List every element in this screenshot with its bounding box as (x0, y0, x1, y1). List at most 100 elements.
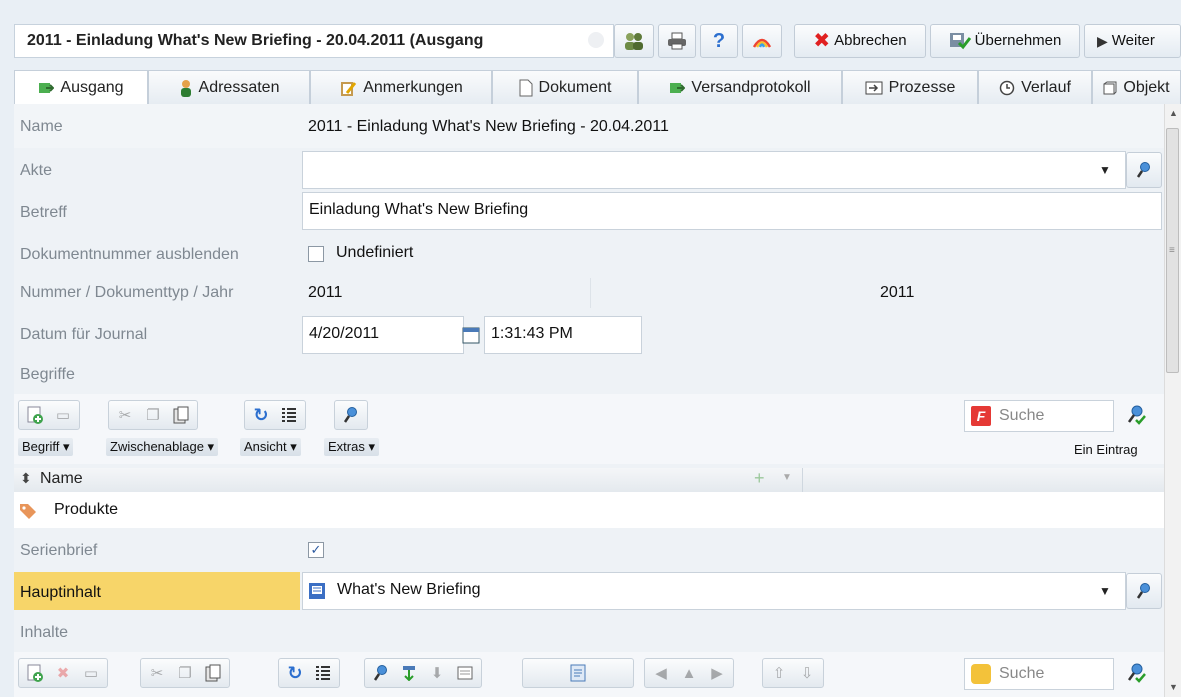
import-icon[interactable] (396, 661, 422, 685)
serienbrief-checkbox[interactable]: ✓ (308, 542, 324, 558)
cancel-button[interactable]: ✖ Abbrechen (794, 24, 926, 58)
search-icon[interactable] (338, 403, 364, 427)
remove-icon[interactable]: ▭ (78, 661, 104, 685)
help-button[interactable]: ? (700, 24, 738, 58)
cancel-button-label: Abbrechen (834, 32, 907, 49)
tab-verlauf[interactable]: Verlauf (978, 70, 1092, 104)
paste-icon[interactable] (200, 661, 226, 685)
extras-menu[interactable]: Extras ▾ (324, 438, 379, 456)
nummer-label: Nummer / Dokumenttyp / Jahr (20, 284, 234, 301)
tab-objekt[interactable]: Objekt (1092, 70, 1181, 104)
list-view-icon[interactable] (276, 403, 302, 427)
move-up-icon[interactable]: ⇧ (766, 661, 792, 685)
akte-input[interactable] (302, 151, 1126, 189)
table-cell-name: Produkte (54, 501, 119, 518)
remove-icon[interactable]: ▭ (50, 403, 76, 427)
search-icon (1136, 582, 1152, 600)
inhalte-row: Inhalte (14, 614, 1164, 652)
clock-icon (999, 80, 1015, 96)
date-input[interactable]: 4/20/2011 (302, 316, 464, 354)
docnum-checkbox[interactable] (308, 246, 324, 262)
arrow-right-icon[interactable]: ▶ (704, 661, 730, 685)
column-divider (802, 468, 803, 492)
outgoing-mail-icon (38, 80, 55, 96)
tab-dokument[interactable]: Dokument (492, 70, 638, 104)
search-placeholder: Suche (999, 407, 1045, 424)
scroll-down-icon[interactable]: ▼ (1169, 682, 1178, 692)
jahr-value: 2011 (880, 284, 915, 301)
rainbow-button[interactable] (742, 24, 782, 58)
cut-icon[interactable]: ✂ (112, 403, 138, 427)
hauptinhalt-dropdown-arrow[interactable]: ▼ (1090, 572, 1120, 610)
apply-button[interactable]: Übernehmen (930, 24, 1080, 58)
inhalte-view-group: ↻ (278, 658, 340, 688)
search-icon[interactable] (368, 661, 394, 685)
next-button[interactable]: ▶ Weiter (1084, 24, 1181, 58)
move-down-icon[interactable]: ⇩ (794, 661, 820, 685)
inhalte-search-input[interactable]: Suche (964, 658, 1114, 690)
extras-group (334, 400, 368, 430)
akte-label: Akte (20, 162, 53, 179)
refresh-icon[interactable]: ↻ (282, 661, 308, 685)
search-go-icon[interactable] (1126, 662, 1146, 684)
table-row[interactable]: Produkte (14, 492, 1164, 528)
refresh-icon[interactable]: ↻ (248, 403, 274, 427)
arrow-left-icon[interactable]: ◀ (648, 661, 674, 685)
add-icon[interactable] (22, 403, 48, 427)
tab-ausgang[interactable]: Ausgang (14, 70, 148, 105)
word-document-icon (308, 582, 326, 600)
add-column-icon[interactable]: + (754, 468, 765, 489)
view-group: ↻ (244, 400, 306, 430)
datum-row: Datum für Journal 4/20/2011 1:31:43 PM (14, 312, 1164, 358)
calendar-icon[interactable] (462, 326, 480, 344)
name-value: 2011 - Einladung What's New Briefing - 2… (308, 118, 669, 135)
delete-icon[interactable]: ✖ (50, 661, 76, 685)
begriffe-row: Begriffe (14, 358, 1164, 394)
paste-icon[interactable] (168, 403, 194, 427)
copy-icon[interactable]: ❐ (172, 661, 198, 685)
akte-dropdown-arrow[interactable]: ▼ (1090, 151, 1120, 189)
copy-icon[interactable]: ❐ (140, 403, 166, 427)
print-button[interactable] (658, 24, 696, 58)
add-icon[interactable] (22, 661, 48, 685)
inhalte-extras-group: ⬇ (364, 658, 482, 688)
serienbrief-label: Serienbrief (20, 542, 98, 559)
zwischenablage-menu[interactable]: Zwischenablage ▾ (106, 438, 219, 456)
document-icon (519, 79, 533, 97)
users-button[interactable] (614, 24, 654, 58)
close-icon: ✖ (813, 30, 831, 52)
arrow-up-icon[interactable]: ▲ (676, 661, 702, 685)
tab-adressaten[interactable]: Adressaten (148, 70, 310, 104)
tab-label: Adressaten (198, 78, 280, 96)
ansicht-menu[interactable]: Ansicht ▾ (240, 438, 301, 456)
begriff-menu[interactable]: Begriff ▾ (18, 438, 74, 456)
betreff-input[interactable]: Einladung What's New Briefing (302, 192, 1162, 230)
time-input[interactable]: 1:31:43 PM (484, 316, 642, 354)
sort-icon[interactable]: ⬍ (20, 470, 32, 487)
serienbrief-row: Serienbrief ✓ (14, 532, 1164, 570)
begriffe-search-input[interactable]: F Suche (964, 400, 1114, 432)
docnum-checkbox-label: Undefiniert (336, 244, 414, 261)
search-go-icon[interactable] (1126, 404, 1146, 426)
tab-prozesse[interactable]: Prozesse (842, 70, 978, 104)
tab-anmerkungen[interactable]: Anmerkungen (310, 70, 492, 104)
name-row: Name 2011 - Einladung What's New Briefin… (14, 104, 1164, 148)
scrollbar-thumb[interactable]: ≡ (1166, 128, 1179, 373)
scroll-up-icon[interactable]: ▲ (1169, 108, 1178, 118)
list-view-icon[interactable] (310, 661, 336, 685)
column-name-header[interactable]: Name (40, 470, 83, 488)
window-title: 2011 - Einladung What's New Briefing - 2… (14, 24, 614, 58)
chevron-down-icon[interactable]: ▼ (782, 472, 792, 483)
hauptinhalt-input[interactable]: What's New Briefing (302, 572, 1126, 610)
chevron-down-icon: ▼ (1099, 163, 1111, 177)
export-icon[interactable]: ⬇ (424, 661, 450, 685)
hauptinhalt-row: Hauptinhalt What's New Briefing ▼ (14, 570, 1164, 612)
hauptinhalt-search-button[interactable] (1126, 573, 1162, 609)
tab-versandprotokoll[interactable]: Versandprotokoll (638, 70, 842, 104)
begriffe-label: Begriffe (20, 366, 75, 383)
cut-icon[interactable]: ✂ (144, 661, 170, 685)
datum-label: Datum für Journal (20, 326, 148, 343)
akte-search-button[interactable] (1126, 152, 1162, 188)
document-list-icon[interactable] (565, 661, 591, 685)
form-icon[interactable] (452, 661, 478, 685)
